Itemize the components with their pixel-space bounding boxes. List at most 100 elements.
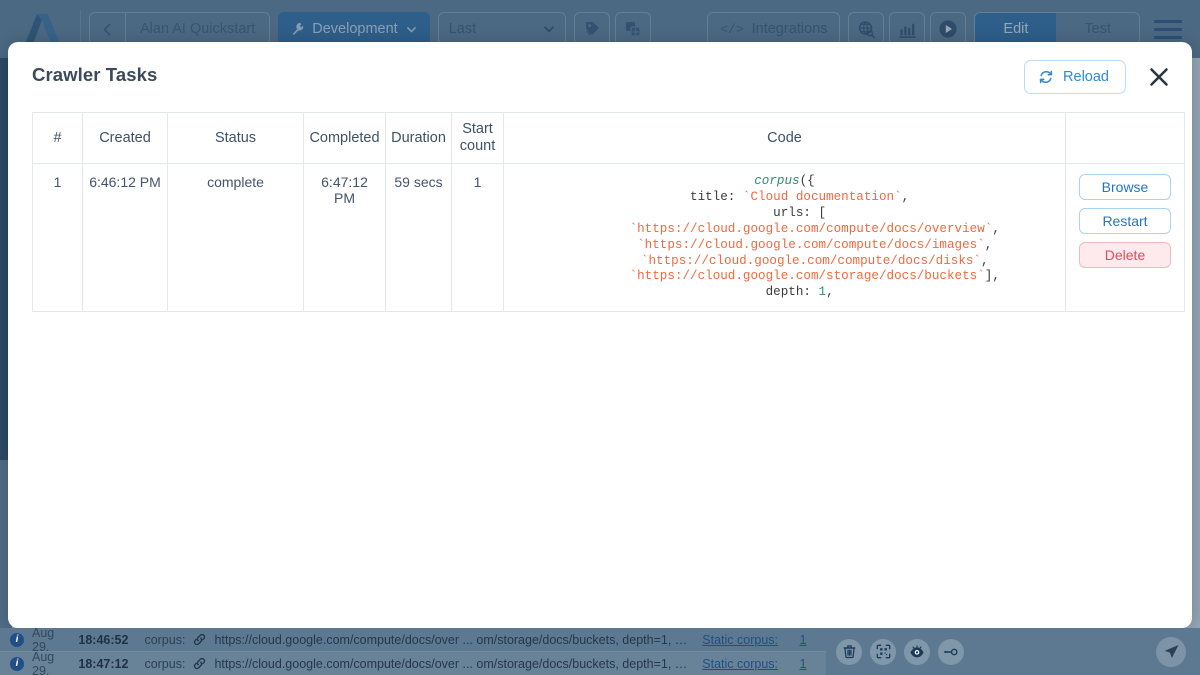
edit-test-toggle: Edit Test [974,12,1140,46]
reload-button[interactable]: Reload [1024,60,1126,94]
version-select[interactable]: Last [438,12,566,46]
code-token: `Cloud documentation` [743,190,902,204]
log-time: 18:47:12 [78,657,128,671]
version-select-label: Last [449,21,476,37]
cell-duration: 59 secs [386,164,452,312]
duplicate-button[interactable] [615,12,651,46]
browse-button[interactable]: Browse [1079,174,1171,200]
status-bar-tools [826,628,1200,675]
cell-code: corpus({ title: `Cloud documentation`, u… [504,164,1066,312]
crawler-tasks-dialog: Crawler Tasks Reload [8,42,1192,628]
cell-created: 6:46:12 PM [83,164,168,312]
code-token: `https://cloud.google.com/compute/docs/d… [641,254,981,268]
delete-button[interactable]: Delete [1079,242,1171,268]
table-header-row: # Created Status Completed Duration Star… [33,113,1185,164]
reload-label: Reload [1063,69,1109,85]
code-token: urls: [ [743,206,826,220]
refresh-icon [1038,69,1054,85]
code-token: `https://cloud.google.com/compute/docs/i… [637,238,985,252]
code-snippet: corpus({ title: `Cloud documentation`, u… [510,174,1059,301]
table-body: 1 6:46:12 PM complete 6:47:12 PM 59 secs… [33,164,1185,312]
row-action-buttons: Browse Restart Delete [1072,174,1178,268]
tab-test[interactable]: Test [1056,13,1139,45]
back-button[interactable] [89,12,125,46]
code-token: , [902,190,910,204]
log-label: corpus: [144,633,185,647]
chevron-left-icon [101,23,114,36]
column-header-completed: Completed [304,113,386,164]
hamburger-menu-icon[interactable] [1154,20,1182,39]
tab-edit[interactable]: Edit [975,13,1056,45]
info-icon: i [10,657,24,671]
dialog-header: Crawler Tasks Reload [8,42,1192,112]
list-item[interactable]: i Aug 29, 18:47:12 corpus: https://cloud… [0,652,826,675]
cell-completed: 6:47:12 PM [304,164,386,312]
column-header-status: Status [168,113,304,164]
static-corpus-link[interactable]: Static corpus: [702,633,778,647]
project-group: Alan AI Quickstart [89,12,270,46]
project-name-label: Alan AI Quickstart [140,21,255,37]
environment-selector[interactable]: Development [278,12,429,46]
hamburger-line [1154,36,1182,39]
bar-chart-icon [898,20,917,39]
log-date: Aug 29, [32,628,70,652]
close-icon[interactable] [1144,62,1174,92]
key-icon[interactable] [938,639,964,665]
status-bar: i Aug 29, 18:46:52 corpus: https://cloud… [0,628,1200,675]
code-token: , [826,285,834,299]
log-label: corpus: [144,657,185,671]
static-corpus-count[interactable]: 1 [786,633,820,647]
restart-button[interactable]: Restart [1079,208,1171,234]
column-header-created: Created [83,113,168,164]
column-header-code: Code [504,113,1066,164]
add-tag-button[interactable] [574,12,610,46]
globe-search-icon [857,20,876,39]
chevron-down-icon [406,24,417,35]
link-icon [193,657,206,670]
trash-icon[interactable] [836,639,862,665]
code-token: `https://cloud.google.com/compute/docs/o… [630,222,993,236]
code-token: ], [985,269,1000,283]
tab-edit-label: Edit [1003,21,1028,37]
eye-icon[interactable] [904,639,930,665]
static-corpus-count[interactable]: 1 [786,657,820,671]
integrations-button[interactable]: </> Integrations [707,12,840,46]
hamburger-line [1154,28,1182,31]
log-message: https://cloud.google.com/compute/docs/ov… [214,657,688,671]
list-item[interactable]: i Aug 29, 18:46:52 corpus: https://cloud… [0,628,826,652]
code-token: , [985,238,993,252]
code-token [580,254,640,268]
column-header-duration: Duration [386,113,452,164]
link-icon [193,633,206,646]
cell-index: 1 [33,164,83,312]
code-token: 1 [819,285,827,299]
tasks-table-container: # Created Status Completed Duration Star… [8,112,1192,312]
log-time: 18:46:52 [78,633,128,647]
static-corpus-link[interactable]: Static corpus: [702,657,778,671]
tab-test-label: Test [1084,21,1111,37]
chevron-down-icon [543,23,555,35]
code-token [569,269,629,283]
column-header-index: # [33,113,83,164]
crawler-tasks-table: # Created Status Completed Duration Star… [32,112,1185,312]
hamburger-line [1154,20,1182,23]
page-title: Crawler Tasks [32,62,157,88]
project-name-button[interactable]: Alan AI Quickstart [125,12,270,46]
run-button[interactable] [930,12,966,46]
code-token: `https://cloud.google.com/storage/docs/b… [630,269,985,283]
code-token: depth: [735,285,818,299]
play-icon [938,19,958,39]
code-token: , [981,254,989,268]
cell-start-count: 1 [452,164,504,312]
qr-scan-icon[interactable] [870,639,896,665]
log-list: i Aug 29, 18:46:52 corpus: https://cloud… [0,628,826,675]
analytics-button[interactable] [889,12,925,46]
globe-search-button[interactable] [848,12,884,46]
add-tag-icon [583,20,601,38]
dialog-header-actions: Reload [1024,60,1174,94]
duplicate-icon [624,20,642,38]
code-token: title: [660,190,743,204]
send-icon[interactable] [1156,637,1186,667]
code-token: , [992,222,1000,236]
code-brackets-icon: </> [720,22,743,37]
